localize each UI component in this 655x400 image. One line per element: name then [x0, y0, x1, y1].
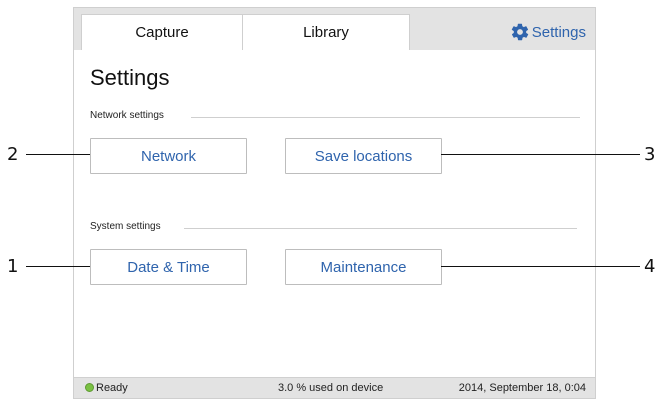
callout-number-1: 1 — [7, 256, 19, 277]
maintenance-button-label: Maintenance — [320, 258, 407, 276]
maintenance-button[interactable]: Maintenance — [285, 249, 442, 285]
section-label-network: Network settings — [90, 110, 164, 121]
page-title: Settings — [90, 65, 170, 90]
status-storage-usage: 3.0 % used on device — [278, 382, 384, 394]
tab-library[interactable]: Library — [242, 14, 410, 50]
tab-bar: Capture Library Settings — [74, 8, 595, 50]
callout-line-4 — [441, 266, 640, 267]
tab-settings[interactable]: Settings — [410, 14, 590, 50]
callout-number-4: 4 — [644, 256, 655, 277]
gear-icon — [511, 23, 529, 41]
status-bar: Ready 3.0 % used on device 2014, Septemb… — [74, 377, 595, 398]
callout-line-1 — [26, 266, 90, 267]
callout-number-2: 2 — [7, 144, 19, 165]
callout-line-2 — [26, 154, 90, 155]
date-time-button-label: Date & Time — [127, 258, 210, 276]
status-datetime: 2014, September 18, 0:04 — [458, 382, 586, 394]
status-ready: Ready — [96, 382, 128, 394]
section-divider-system — [184, 228, 577, 229]
network-button[interactable]: Network — [90, 138, 247, 174]
tab-settings-label: Settings — [531, 23, 586, 41]
section-label-system: System settings — [90, 221, 161, 232]
callout-line-3 — [441, 154, 640, 155]
tab-capture[interactable]: Capture — [81, 14, 243, 50]
save-locations-button[interactable]: Save locations — [285, 138, 442, 174]
status-dot-icon — [85, 383, 94, 392]
tab-capture-label: Capture — [135, 24, 189, 41]
device-window: Capture Library Settings Settings Networ… — [73, 7, 596, 399]
network-button-label: Network — [140, 147, 196, 165]
section-divider-network — [191, 117, 580, 118]
callout-number-3: 3 — [644, 144, 655, 165]
date-time-button[interactable]: Date & Time — [90, 249, 247, 285]
save-locations-button-label: Save locations — [314, 147, 413, 165]
tab-library-label: Library — [303, 24, 349, 41]
